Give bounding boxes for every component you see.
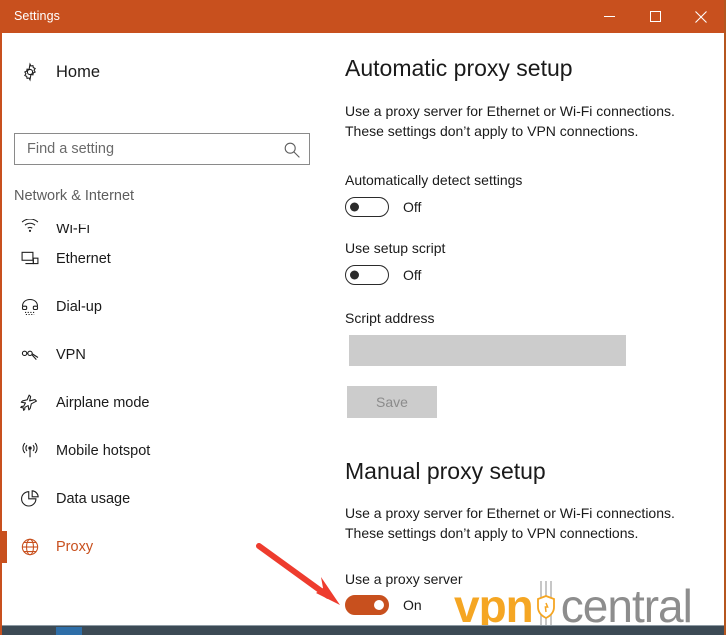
sidebar-item-label: Ethernet <box>56 251 111 267</box>
sidebar-item-data-usage[interactable]: Data usage <box>2 475 332 523</box>
use-proxy-server-state: On <box>403 597 422 613</box>
script-address-label: Script address <box>345 310 435 326</box>
sidebar-nav-list: Wi-Fi Ethernet Dial-up VPN Airplane mode… <box>2 209 332 571</box>
toggle-knob <box>374 600 384 610</box>
close-button[interactable] <box>678 0 724 33</box>
taskbar-item[interactable] <box>56 627 82 635</box>
selection-accent-bar <box>2 339 7 371</box>
auto-detect-toggle-row: Off <box>345 197 421 217</box>
sidebar-item-vpn[interactable]: VPN <box>2 331 332 379</box>
selection-accent-bar <box>2 531 7 563</box>
selection-accent-bar <box>2 387 7 419</box>
search-input[interactable]: Find a setting <box>14 133 310 165</box>
sidebar-item-label: VPN <box>56 347 86 363</box>
selection-accent-bar <box>2 291 7 323</box>
setup-script-label: Use setup script <box>345 240 446 256</box>
toggle-knob <box>350 270 359 280</box>
manual-proxy-heading: Manual proxy setup <box>345 458 546 484</box>
setup-script-toggle[interactable] <box>345 265 389 285</box>
minimize-icon <box>603 16 615 17</box>
setup-script-toggle-row: Off <box>345 265 421 285</box>
sidebar-item-mobile-hotspot[interactable]: Mobile hotspot <box>2 427 332 475</box>
maximize-button[interactable] <box>632 0 678 33</box>
ethernet-icon <box>8 249 52 269</box>
globe-icon <box>8 537 52 557</box>
auto-detect-label: Automatically detect settings <box>345 172 523 188</box>
wifi-icon <box>8 219 52 235</box>
airplane-icon <box>8 393 52 413</box>
gear-icon <box>8 62 52 82</box>
title-bar: Settings <box>2 0 724 33</box>
sidebar-item-label: Wi-Fi <box>56 224 90 235</box>
script-address-input[interactable] <box>349 335 626 366</box>
data-usage-icon <box>8 489 52 509</box>
vpn-icon <box>8 345 52 365</box>
taskbar <box>2 625 724 635</box>
sidebar-item-dialup[interactable]: Dial-up <box>2 283 332 331</box>
window-title: Settings <box>14 9 60 23</box>
sidebar-item-label: Proxy <box>56 539 94 555</box>
sidebar-item-home[interactable]: Home <box>2 53 332 91</box>
settings-window: Settings Home Find a setting Network & I… <box>0 0 726 635</box>
search-icon[interactable] <box>283 141 301 159</box>
sidebar-item-airplane-mode[interactable]: Airplane mode <box>2 379 332 427</box>
sidebar-item-wifi[interactable]: Wi-Fi <box>2 209 332 235</box>
minimize-button[interactable] <box>586 0 632 33</box>
use-proxy-server-toggle-row: On <box>345 595 422 615</box>
setup-script-state: Off <box>403 267 422 283</box>
save-button[interactable]: Save <box>347 386 437 418</box>
search-placeholder: Find a setting <box>27 141 115 157</box>
use-proxy-server-toggle[interactable] <box>345 595 389 615</box>
sidebar-category-label: Network & Internet <box>14 188 135 204</box>
main-content: Automatic proxy setup Use a proxy server… <box>332 33 724 635</box>
home-label: Home <box>56 62 101 81</box>
sidebar-item-ethernet[interactable]: Ethernet <box>2 235 332 283</box>
automatic-proxy-description: Use a proxy server for Ethernet or Wi-Fi… <box>345 103 675 139</box>
sidebar-item-label: Airplane mode <box>56 395 150 411</box>
sidebar-item-label: Dial-up <box>56 299 102 315</box>
automatic-proxy-heading: Automatic proxy setup <box>345 55 573 81</box>
close-icon <box>695 10 707 23</box>
maximize-icon <box>649 11 661 22</box>
manual-proxy-description: Use a proxy server for Ethernet or Wi-Fi… <box>345 505 675 541</box>
sidebar-item-label: Mobile hotspot <box>56 443 151 459</box>
hotspot-icon <box>8 441 52 461</box>
dialup-icon <box>8 297 52 317</box>
selection-accent-bar <box>2 435 7 467</box>
sidebar-item-proxy[interactable]: Proxy <box>2 523 332 571</box>
sidebar-item-label: Data usage <box>56 491 131 507</box>
auto-detect-toggle[interactable] <box>345 197 389 217</box>
use-proxy-server-label: Use a proxy server <box>345 571 463 587</box>
toggle-knob <box>350 202 359 212</box>
sidebar: Home Find a setting Network & Internet W… <box>2 33 332 635</box>
selection-accent-bar <box>2 483 7 515</box>
selection-accent-bar <box>2 243 7 275</box>
auto-detect-state: Off <box>403 199 422 215</box>
